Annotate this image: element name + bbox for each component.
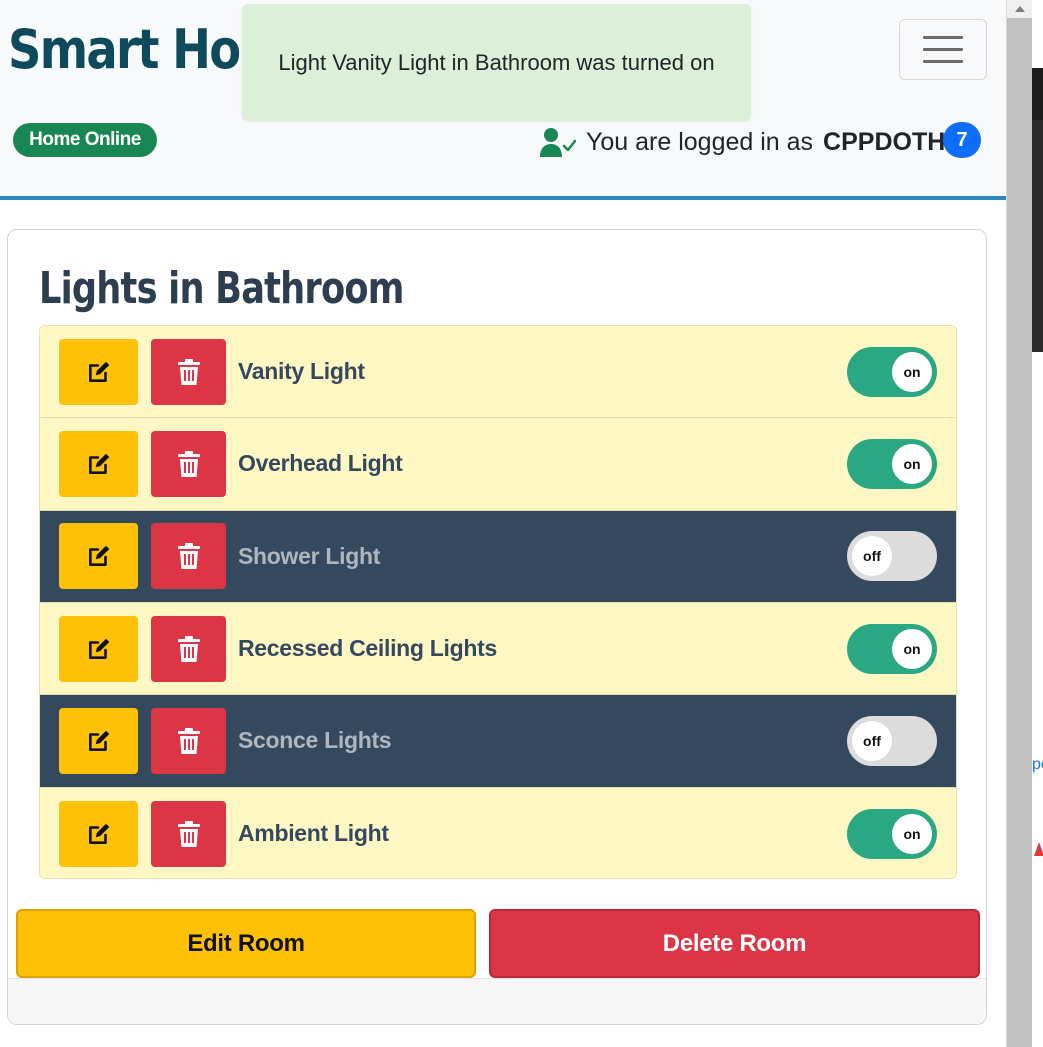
light-toggle[interactable]: on <box>847 346 937 397</box>
light-row: Overhead Light on <box>40 418 956 511</box>
toggle-knob: on <box>892 813 932 854</box>
light-row: Vanity Light on <box>40 326 956 419</box>
edit-light-button[interactable] <box>59 430 138 497</box>
card-footer <box>8 978 986 1024</box>
room-title: Lights in Bathroom <box>39 263 404 314</box>
edit-icon <box>88 546 109 567</box>
edit-icon <box>88 453 109 474</box>
light-name: Sconce Lights <box>238 727 392 754</box>
hamburger-icon <box>923 36 963 39</box>
toggle-knob: on <box>892 443 932 484</box>
room-card: Lights in Bathroom Vanity Light on Overhea… <box>7 229 987 1025</box>
background-panel <box>1032 120 1043 352</box>
username: CPPDOTH <box>823 127 946 156</box>
user-check-icon <box>540 128 576 157</box>
trash-icon <box>177 635 200 662</box>
light-name: Recessed Ceiling Lights <box>238 635 497 662</box>
trash-icon <box>177 358 200 385</box>
light-toggle[interactable]: off <box>847 715 937 766</box>
light-toggle[interactable]: on <box>847 623 937 674</box>
edit-icon <box>88 730 109 751</box>
edit-icon <box>88 823 109 844</box>
scroll-up-arrow-icon[interactable] <box>1007 0 1033 18</box>
light-toggle[interactable]: on <box>847 438 937 489</box>
toggle-knob: on <box>892 351 932 392</box>
edit-light-button[interactable] <box>59 707 138 774</box>
toggle-knob: off <box>852 536 892 577</box>
hamburger-icon-bar <box>923 60 963 63</box>
edit-light-button[interactable] <box>59 338 138 405</box>
light-row: Shower Light off <box>40 510 956 603</box>
warning-triangle-icon <box>1034 842 1043 856</box>
background-panel <box>1032 68 1043 120</box>
light-name: Ambient Light <box>238 820 389 847</box>
delete-room-button[interactable]: Delete Room <box>489 909 980 978</box>
home-status-badge: Home Online <box>13 123 157 157</box>
delete-light-button[interactable] <box>151 707 226 774</box>
light-toggle[interactable]: off <box>847 531 937 582</box>
delete-light-button[interactable] <box>151 430 226 497</box>
delete-light-button[interactable] <box>151 523 226 590</box>
background-window-strip: pe <box>1032 0 1043 1047</box>
toggle-knob: off <box>852 720 892 761</box>
trash-icon <box>177 820 200 847</box>
scrollbar-thumb[interactable] <box>1010 18 1030 1047</box>
light-name: Overhead Light <box>238 450 403 477</box>
light-name: Vanity Light <box>238 358 365 385</box>
edit-icon <box>88 361 109 382</box>
login-prefix: You are logged in as <box>586 127 814 156</box>
light-toggle[interactable]: on <box>847 808 937 859</box>
toggle-knob: on <box>892 628 932 669</box>
toast-message: Light Vanity Light in Bathroom was turne… <box>278 49 715 75</box>
login-status: You are logged in as CPPDOTH <box>540 122 945 162</box>
light-row: Sconce Lights off <box>40 695 956 788</box>
toast-notification: Light Vanity Light in Bathroom was turne… <box>242 4 751 121</box>
edit-light-button[interactable] <box>59 523 138 590</box>
edit-light-button[interactable] <box>59 800 138 867</box>
light-row: Recessed Ceiling Lights on <box>40 602 956 696</box>
trash-icon <box>177 450 200 477</box>
edit-light-button[interactable] <box>59 615 138 682</box>
light-row: Ambient Light on <box>40 787 956 878</box>
notification-badge[interactable]: 7 <box>943 122 981 158</box>
vertical-scrollbar[interactable] <box>1006 0 1033 1047</box>
lights-list: Vanity Light on Overhead Light on Shower Lig… <box>39 325 957 879</box>
trash-icon <box>177 543 200 570</box>
background-link: pe <box>1032 756 1043 773</box>
light-name: Shower Light <box>238 542 381 569</box>
trash-icon <box>177 727 200 754</box>
edit-icon <box>88 638 109 659</box>
edit-room-button[interactable]: Edit Room <box>16 909 476 978</box>
delete-light-button[interactable] <box>151 615 226 682</box>
hamburger-icon-bar <box>923 48 963 51</box>
delete-light-button[interactable] <box>151 800 226 867</box>
delete-light-button[interactable] <box>151 338 226 405</box>
menu-toggle-button[interactable] <box>899 19 987 80</box>
